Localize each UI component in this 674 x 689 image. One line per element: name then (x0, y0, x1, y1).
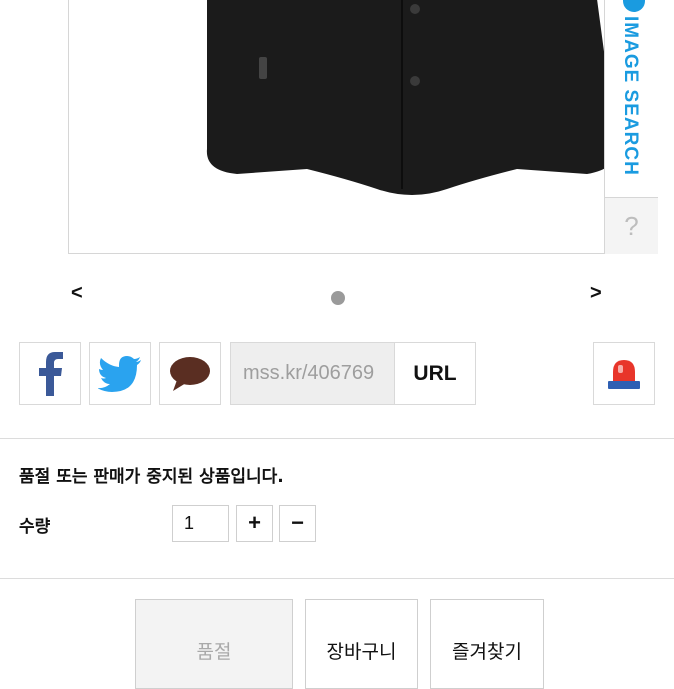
divider (0, 438, 674, 439)
carousel-next-button[interactable]: > (590, 282, 602, 305)
twitter-share-button[interactable] (89, 342, 151, 405)
sale-status-notice: 품절 또는 판매가 중지된 상품입니다. (19, 467, 284, 487)
help-button[interactable]: ? (605, 198, 658, 254)
report-button[interactable] (593, 342, 655, 405)
short-url-field[interactable]: mss.kr/406769 (230, 342, 395, 405)
alarm-siren-icon (608, 359, 640, 389)
product-photo (206, 0, 617, 195)
product-image-frame (68, 0, 658, 254)
image-search-panel: IMAGE SEARCH ? (604, 0, 658, 254)
twitter-icon (98, 355, 141, 392)
speech-bubble-icon (170, 356, 210, 391)
carousel-prev-button[interactable]: < (71, 282, 83, 305)
soldout-button[interactable]: 품절 (135, 599, 293, 689)
quantity-minus-button[interactable]: − (279, 505, 316, 542)
quantity-input[interactable]: 1 (172, 505, 229, 542)
facebook-share-button[interactable] (19, 342, 81, 405)
divider (0, 578, 674, 579)
quantity-label: 수량 (19, 517, 51, 537)
camera-icon (623, 0, 645, 12)
kakaostory-share-button[interactable] (159, 342, 221, 405)
quantity-plus-button[interactable]: + (236, 505, 273, 542)
favorite-button[interactable]: 즐겨찾기 (430, 599, 544, 689)
image-search-label: IMAGE SEARCH (620, 16, 641, 176)
add-to-cart-button[interactable]: 장바구니 (305, 599, 418, 689)
carousel-indicator-dot[interactable] (331, 291, 345, 305)
facebook-icon (39, 351, 63, 396)
copy-url-button[interactable]: URL (394, 342, 476, 405)
image-search-button[interactable]: IMAGE SEARCH (605, 0, 658, 198)
